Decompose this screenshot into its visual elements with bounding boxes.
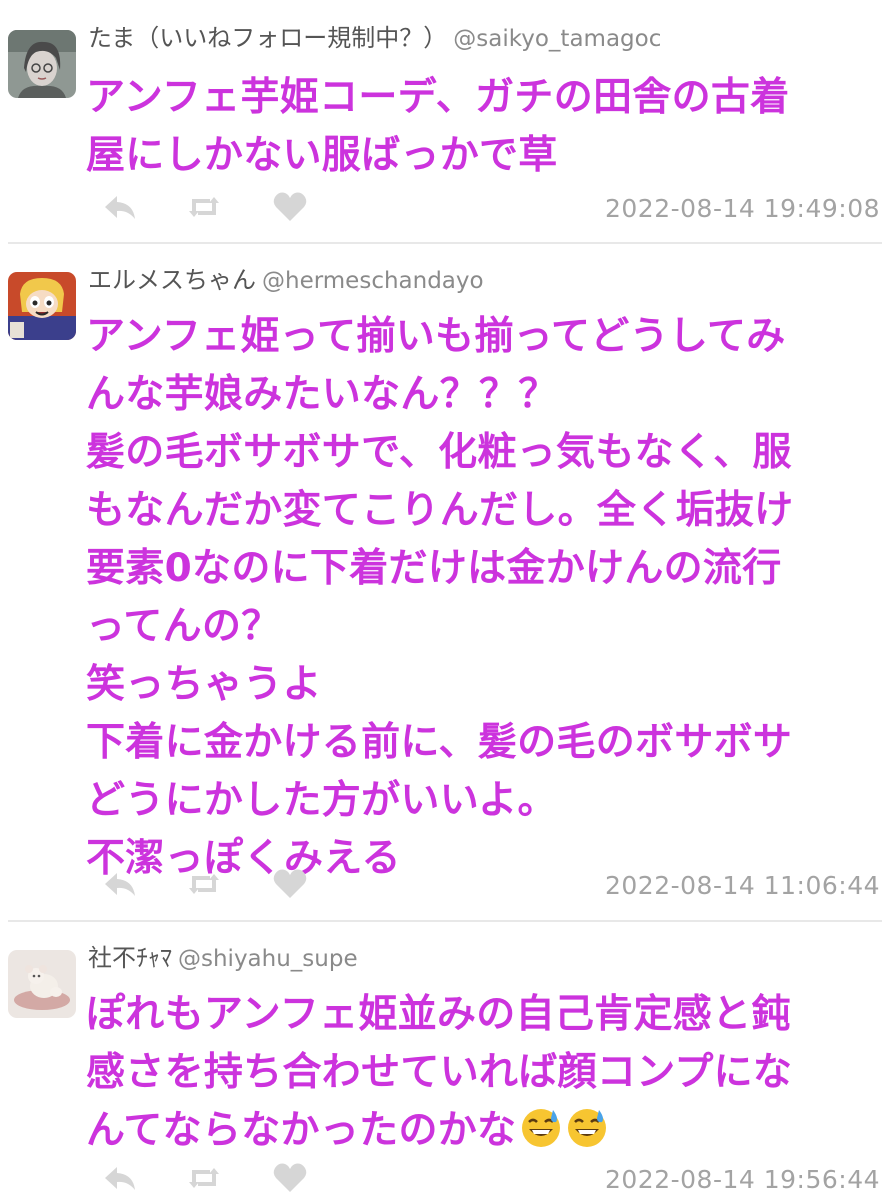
retweet-icon xyxy=(189,1168,219,1188)
tweet-body-line: アンフェ姫って揃いも揃ってどうしてみ xyxy=(86,314,786,359)
tweet-body-line: 感さを持ち合わせていれば顔コンプにな xyxy=(86,1050,793,1095)
tweet-body-line: 要素0なのに下着だけは金かけんの流行 xyxy=(86,546,782,591)
tweet-body-line: ってんの？ xyxy=(86,604,281,649)
retweet-button[interactable] xyxy=(184,1158,224,1198)
tweet-body-line: もなんだか変てこりんだし。全く垢抜け xyxy=(86,488,794,533)
tweet-body-line: どうにかした方がいいよ。 xyxy=(86,778,557,823)
reply-icon xyxy=(105,873,135,896)
like-button[interactable] xyxy=(270,1158,310,1198)
timestamp[interactable]: 2022-08-14 11:06:44 xyxy=(605,866,880,906)
tweet-header: エルメスちゃん @hermeschandayo xyxy=(88,262,882,298)
like-button[interactable] xyxy=(270,864,310,904)
tweet-body-line: ぽれもアンフェ姫並みの自己肯定感と鈍 xyxy=(86,992,791,1037)
timestamp[interactable]: 2022-08-14 19:49:08 xyxy=(605,189,880,229)
tweet-body-line: 髪の毛ボサボサで、化粧っ気もなく、服 xyxy=(86,430,792,475)
tweet-body: ぽれもアンフェ姫並みの自己肯定感と鈍 感さを持ち合わせていれば顔コンプにな んて… xyxy=(86,986,876,1160)
retweet-button[interactable] xyxy=(184,864,224,904)
grinning-sweat-emoji xyxy=(522,1109,561,1147)
heart-icon xyxy=(273,869,307,898)
user-avatar-icon xyxy=(8,272,76,340)
tweet-body: アンフェ姫って揃いも揃ってどうしてみ んな芋娘みたいなん？？？ 髪の毛ボサボサで… xyxy=(86,308,876,888)
avatar[interactable] xyxy=(8,30,76,98)
timestamp[interactable]: 2022-08-14 19:56:44 xyxy=(605,1160,880,1200)
retweet-icon xyxy=(189,197,219,217)
tweet-body-line: 笑っちゃうよ xyxy=(86,662,322,707)
tweet-body-line: 下着に金かける前に、髪の毛のボサボサ xyxy=(86,720,793,765)
retweet-icon xyxy=(189,874,219,894)
user-avatar-icon xyxy=(8,30,76,98)
tweet-actions xyxy=(100,864,340,904)
reply-button[interactable] xyxy=(100,864,140,904)
tweet-body-line: 屋にしかない服ばっかで草 xyxy=(86,133,558,178)
avatar[interactable] xyxy=(8,272,76,340)
user-handle[interactable]: @saikyo_tamagoc xyxy=(453,26,661,52)
reply-icon xyxy=(105,1167,135,1190)
tweet-feed: たま（いいねフォロー規制中？） @saikyo_tamagoc アンフェ芋姫コーデ… xyxy=(0,0,890,1200)
tweet-body: アンフェ芋姫コーデ、ガチの田舎の古着 屋にしかない服ばっかで草 xyxy=(86,69,876,185)
grinning-sweat-emoji xyxy=(568,1109,607,1147)
tweet-body-line: んな芋娘みたいなん？？？ xyxy=(86,372,558,417)
user-handle[interactable]: @shiyahu_supe xyxy=(178,946,358,972)
display-name[interactable]: エルメスちゃん xyxy=(88,266,256,294)
heart-icon xyxy=(273,192,307,221)
tweet-actions xyxy=(100,187,340,227)
tweet[interactable]: たま（いいねフォロー規制中？） @saikyo_tamagoc アンフェ芋姫コーデ… xyxy=(0,0,890,242)
reply-icon xyxy=(105,196,135,219)
user-avatar-icon xyxy=(8,950,76,1018)
tweet-header: 社不ﾁｬﾏ @shiyahu_supe xyxy=(88,940,882,976)
user-handle[interactable]: @hermeschandayo xyxy=(262,268,484,294)
retweet-button[interactable] xyxy=(184,187,224,227)
tweet[interactable]: 社不ﾁｬﾏ @shiyahu_supe ぽれもアンフェ姫並みの自己肯定感と鈍 感さ… xyxy=(0,922,890,1200)
display-name[interactable]: 社不ﾁｬﾏ xyxy=(88,944,172,972)
tweet-actions xyxy=(100,1158,340,1198)
tweet-body-line: アンフェ芋姫コーデ、ガチの田舎の古着 xyxy=(86,75,790,120)
tweet-header: たま（いいねフォロー規制中？） @saikyo_tamagoc xyxy=(88,20,882,56)
reply-button[interactable] xyxy=(100,187,140,227)
avatar[interactable] xyxy=(8,950,76,1018)
heart-icon xyxy=(273,1163,307,1192)
display-name[interactable]: たま（いいねフォロー規制中？） xyxy=(88,24,447,52)
reply-button[interactable] xyxy=(100,1158,140,1198)
tweet-body-line: んてならなかったのかな xyxy=(86,1102,876,1160)
tweet[interactable]: エルメスちゃん @hermeschandayo アンフェ姫って揃いも揃ってどうして… xyxy=(0,244,890,920)
tweet-body-line-text: んてならなかったのかな xyxy=(86,1108,517,1153)
like-button[interactable] xyxy=(270,187,310,227)
